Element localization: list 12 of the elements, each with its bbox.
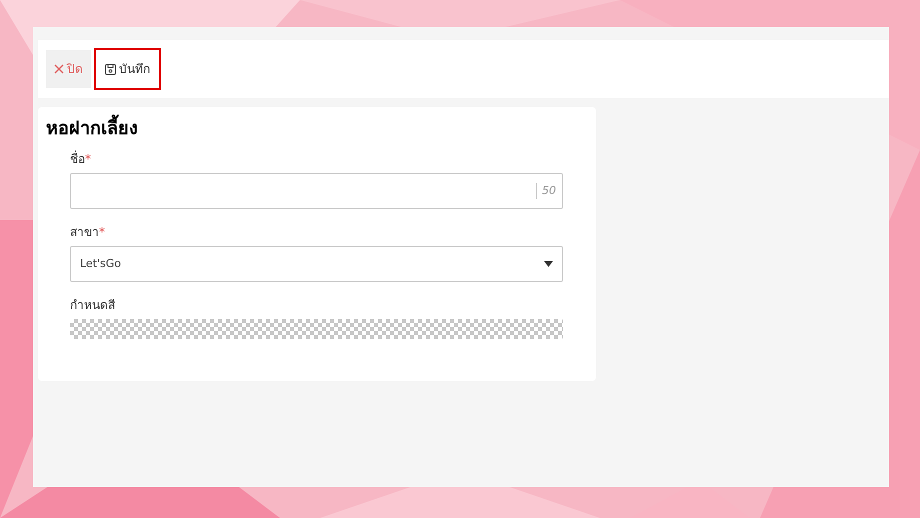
save-button[interactable]: บันทึก	[94, 48, 161, 90]
field-label: ชื่อ	[70, 150, 85, 168]
form-title: หอฝากเลี้ยง	[46, 115, 596, 142]
required-mark: *	[85, 151, 91, 168]
field-label: กำหนดสี	[70, 297, 115, 314]
save-icon	[105, 64, 116, 74]
required-mark: *	[99, 224, 105, 241]
caret-icon	[544, 261, 553, 267]
field-label: สาขา	[70, 224, 99, 241]
close-icon	[54, 64, 64, 74]
character-counter: 50	[536, 182, 556, 200]
branch-dropdown[interactable]: Let'sGo	[70, 246, 563, 282]
